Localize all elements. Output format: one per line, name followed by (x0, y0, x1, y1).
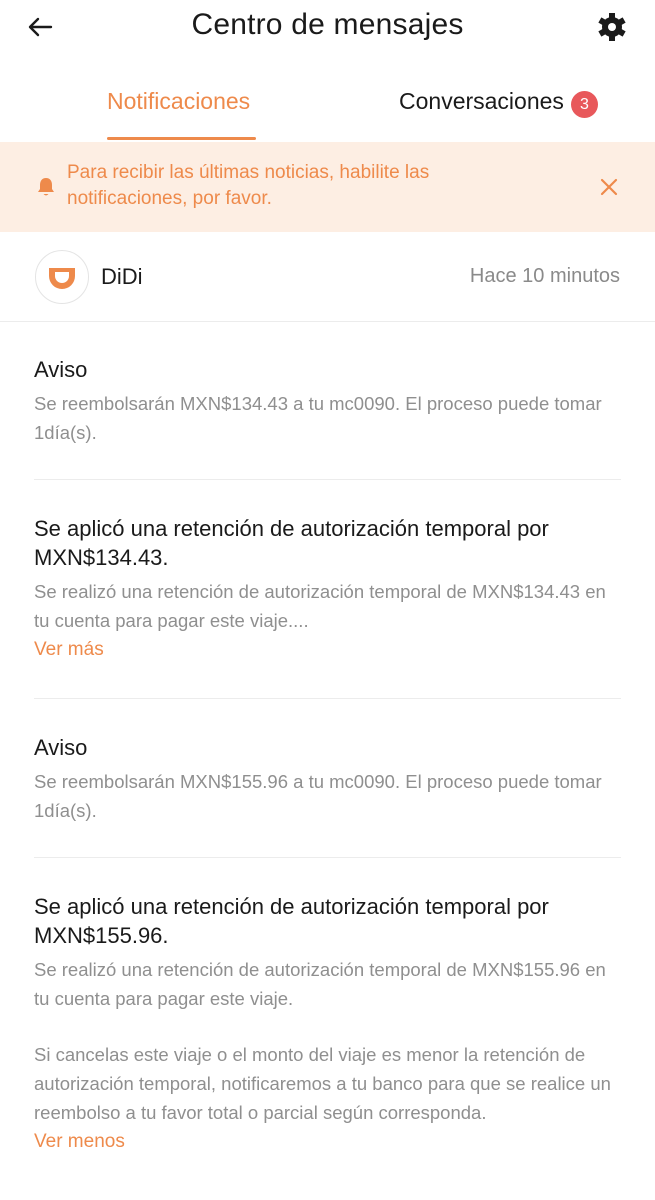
page-title: Centro de mensajes (191, 8, 464, 41)
tab-notificaciones[interactable]: Notificaciones (107, 88, 250, 115)
active-tab-indicator (107, 137, 256, 140)
tab-conversaciones[interactable]: Conversaciones (399, 88, 564, 115)
ver-mas-link[interactable]: Ver más (34, 639, 104, 661)
tab-bar: Notificaciones Conversaciones (0, 70, 655, 142)
message-title: Se aplicó una retención de autorización … (34, 516, 549, 570)
message-body: Se reembolsarán MXN$155.96 a tu mc0090. … (34, 771, 602, 821)
message-body: Se realizó una retención de autorización… (34, 581, 606, 631)
unread-badge: 3 (571, 91, 598, 118)
banner-text: Para recibir las últimas noticias, habil… (67, 162, 430, 209)
notification-permission-banner: Para recibir las últimas noticias, habil… (0, 142, 655, 232)
gear-icon (598, 13, 626, 41)
message-body: Se realizó una retención de autorización… (34, 959, 606, 1009)
message-body: Se reembolsarán MXN$134.43 a tu mc0090. … (34, 393, 602, 443)
message-title: Aviso (34, 357, 88, 382)
settings-button[interactable] (595, 10, 629, 44)
message-item: Aviso Se reembolsarán MXN$155.96 a tu mc… (34, 733, 624, 825)
message-body-extra: Si cancelas este viaje o el monto del vi… (34, 1044, 611, 1123)
bell-icon (38, 178, 54, 196)
sender-row: DiDi Hace 10 minutos (0, 233, 655, 322)
message-title: Se aplicó una retención de autorización … (34, 894, 549, 948)
close-icon[interactable] (597, 175, 621, 199)
ver-menos-link[interactable]: Ver menos (34, 1131, 125, 1153)
message-item: Aviso Se reembolsarán MXN$134.43 a tu mc… (34, 355, 624, 447)
divider (34, 698, 621, 699)
top-bar: Centro de mensajes (0, 0, 655, 56)
message-item: Se aplicó una retención de autorización … (34, 892, 624, 1153)
message-timestamp: Hace 10 minutos (469, 265, 620, 287)
didi-logo-icon (49, 268, 75, 289)
message-item: Se aplicó una retención de autorización … (34, 514, 624, 661)
message-title: Aviso (34, 735, 88, 760)
avatar (35, 250, 89, 304)
sender-name: DiDi (101, 264, 143, 289)
divider (34, 479, 621, 480)
divider (34, 857, 621, 858)
